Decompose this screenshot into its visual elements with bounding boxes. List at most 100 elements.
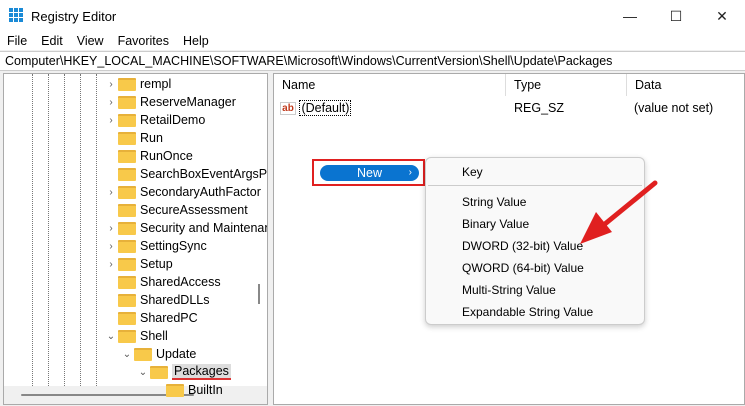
folder-icon [118,203,136,217]
folder-icon [118,167,136,181]
chevron-right-icon[interactable]: › [104,79,118,90]
menu-help[interactable]: Help [176,32,216,50]
folder-icon [118,257,136,271]
column-name[interactable]: Name [274,74,506,96]
menu-view[interactable]: View [70,32,111,50]
tree-item-label: SharedAccess [140,275,221,289]
submenu-item[interactable]: Multi-String Value [462,283,556,297]
tree-item[interactable]: › SecondaryAuthFactor [104,183,261,201]
chevron-down-icon[interactable]: ⌄ [136,367,150,378]
tree-item[interactable]: › ReserveManager [104,93,236,111]
menu-file[interactable]: File [0,32,34,50]
menu-favorites[interactable]: Favorites [111,32,176,50]
chevron-right-icon[interactable]: › [104,97,118,108]
submenu-item[interactable]: Expandable String Value [462,305,593,319]
separator [428,185,642,186]
tree-item-label: Setup [140,257,173,271]
context-menu: New › [312,159,425,186]
tree-item-label: SharedDLLs [140,293,210,307]
folder-icon [118,239,136,253]
tree-item-label: BuiltIn [188,383,223,397]
minimize-button[interactable]: — [607,0,653,32]
menu-edit[interactable]: Edit [34,32,70,50]
vertical-scrollbar[interactable] [258,284,260,304]
tree-item[interactable]: BuiltIn [152,381,223,399]
value-name: (Default) [299,100,352,116]
tree-item[interactable]: › RetailDemo [104,111,205,129]
tree-item[interactable]: ⌄ Packages [136,363,231,381]
tree-item[interactable]: SharedAccess [104,273,221,291]
folder-icon [150,365,168,379]
folder-icon [118,131,136,145]
submenu-item[interactable]: QWORD (64-bit) Value [462,261,584,275]
column-data[interactable]: Data [627,74,745,96]
tree-item[interactable]: SharedPC [104,309,198,327]
chevron-down-icon[interactable]: ⌄ [120,349,134,360]
chevron-right-icon[interactable]: › [104,241,118,252]
tree-item[interactable]: ⌄ Update [120,345,197,363]
tree-item-label: Security and Maintenance [140,221,267,235]
tree-item-label: SettingSync [140,239,207,253]
chevron-right-icon[interactable]: › [104,259,118,270]
folder-icon [118,329,136,343]
chevron-right-icon[interactable]: › [104,115,118,126]
menu-bar: File Edit View Favorites Help [0,32,745,50]
tree-item[interactable]: SearchBoxEventArgsProvider [104,165,268,183]
folder-icon [166,383,184,397]
submenu-item[interactable]: DWORD (32-bit) Value [462,239,583,253]
column-type[interactable]: Type [506,74,627,96]
tree-item-label: rempl [140,77,172,91]
tree-item[interactable]: › SettingSync [104,237,207,255]
folder-icon [118,77,136,91]
folder-icon [118,275,136,289]
folder-icon [118,95,136,109]
submenu-item[interactable]: Key [462,165,483,179]
tree-item[interactable]: › rempl [104,75,171,93]
tree-item[interactable]: RunOnce [104,147,193,165]
new-submenu: Key String Value Binary Value DWORD (32-bit… [425,157,645,325]
tree-item[interactable]: › Setup [104,255,173,273]
folder-icon [118,185,136,199]
tree-item-label: Run [140,131,163,145]
value-data: (value not set) [634,101,714,115]
tree-item-label: Packages [172,364,231,380]
submenu-item[interactable]: Binary Value [462,217,529,231]
chevron-right-icon[interactable]: › [104,187,118,198]
tree-item[interactable]: › Security and Maintenance [104,219,267,237]
key-tree[interactable]: › rempl › ReserveManager › RetailDemo Run RunOn… [3,73,268,405]
tree-item-label: SharedPC [140,311,198,325]
address-bar[interactable]: Computer\HKEY_LOCAL_MACHINE\SOFTWARE\Mic… [0,51,745,71]
folder-icon [118,221,136,235]
title-bar: Registry Editor — ☐ ✕ [0,0,745,32]
submenu-item[interactable]: String Value [462,195,526,209]
new-label: New [356,166,382,180]
tree-item-label: SecondaryAuthFactor [140,185,261,199]
value-row[interactable]: ab (Default) [280,99,352,117]
value-type: REG_SZ [514,101,565,115]
string-value-icon: ab [280,102,296,116]
folder-icon [118,293,136,307]
tree-item-label: Shell [140,329,168,343]
horizontal-scrollbar[interactable] [4,386,267,404]
tree-item-label: RunOnce [140,149,193,163]
folder-icon [118,149,136,163]
chevron-right-icon[interactable]: › [104,223,118,234]
tree-item-label: SearchBoxEventArgsProvider [140,167,268,181]
maximize-button[interactable]: ☐ [653,0,699,32]
tree-item[interactable]: Run [104,129,163,147]
folder-icon [118,113,136,127]
folder-icon [134,347,152,361]
tree-item-label: SecureAssessment [140,203,248,217]
close-button[interactable]: ✕ [699,0,745,32]
tree-item[interactable]: ⌄ Shell [104,327,168,345]
registry-editor-icon [9,8,23,22]
tree-item[interactable]: SharedDLLs [104,291,210,309]
tree-item[interactable]: SecureAssessment [104,201,248,219]
chevron-right-icon: › [408,167,412,178]
chevron-down-icon[interactable]: ⌄ [104,331,118,342]
window-title: Registry Editor [31,9,117,24]
new-menu-item[interactable]: New › [320,165,419,181]
tree-item-label: RetailDemo [140,113,206,127]
tree-item-label: ReserveManager [140,95,236,109]
tree-item-label: Update [156,347,197,361]
